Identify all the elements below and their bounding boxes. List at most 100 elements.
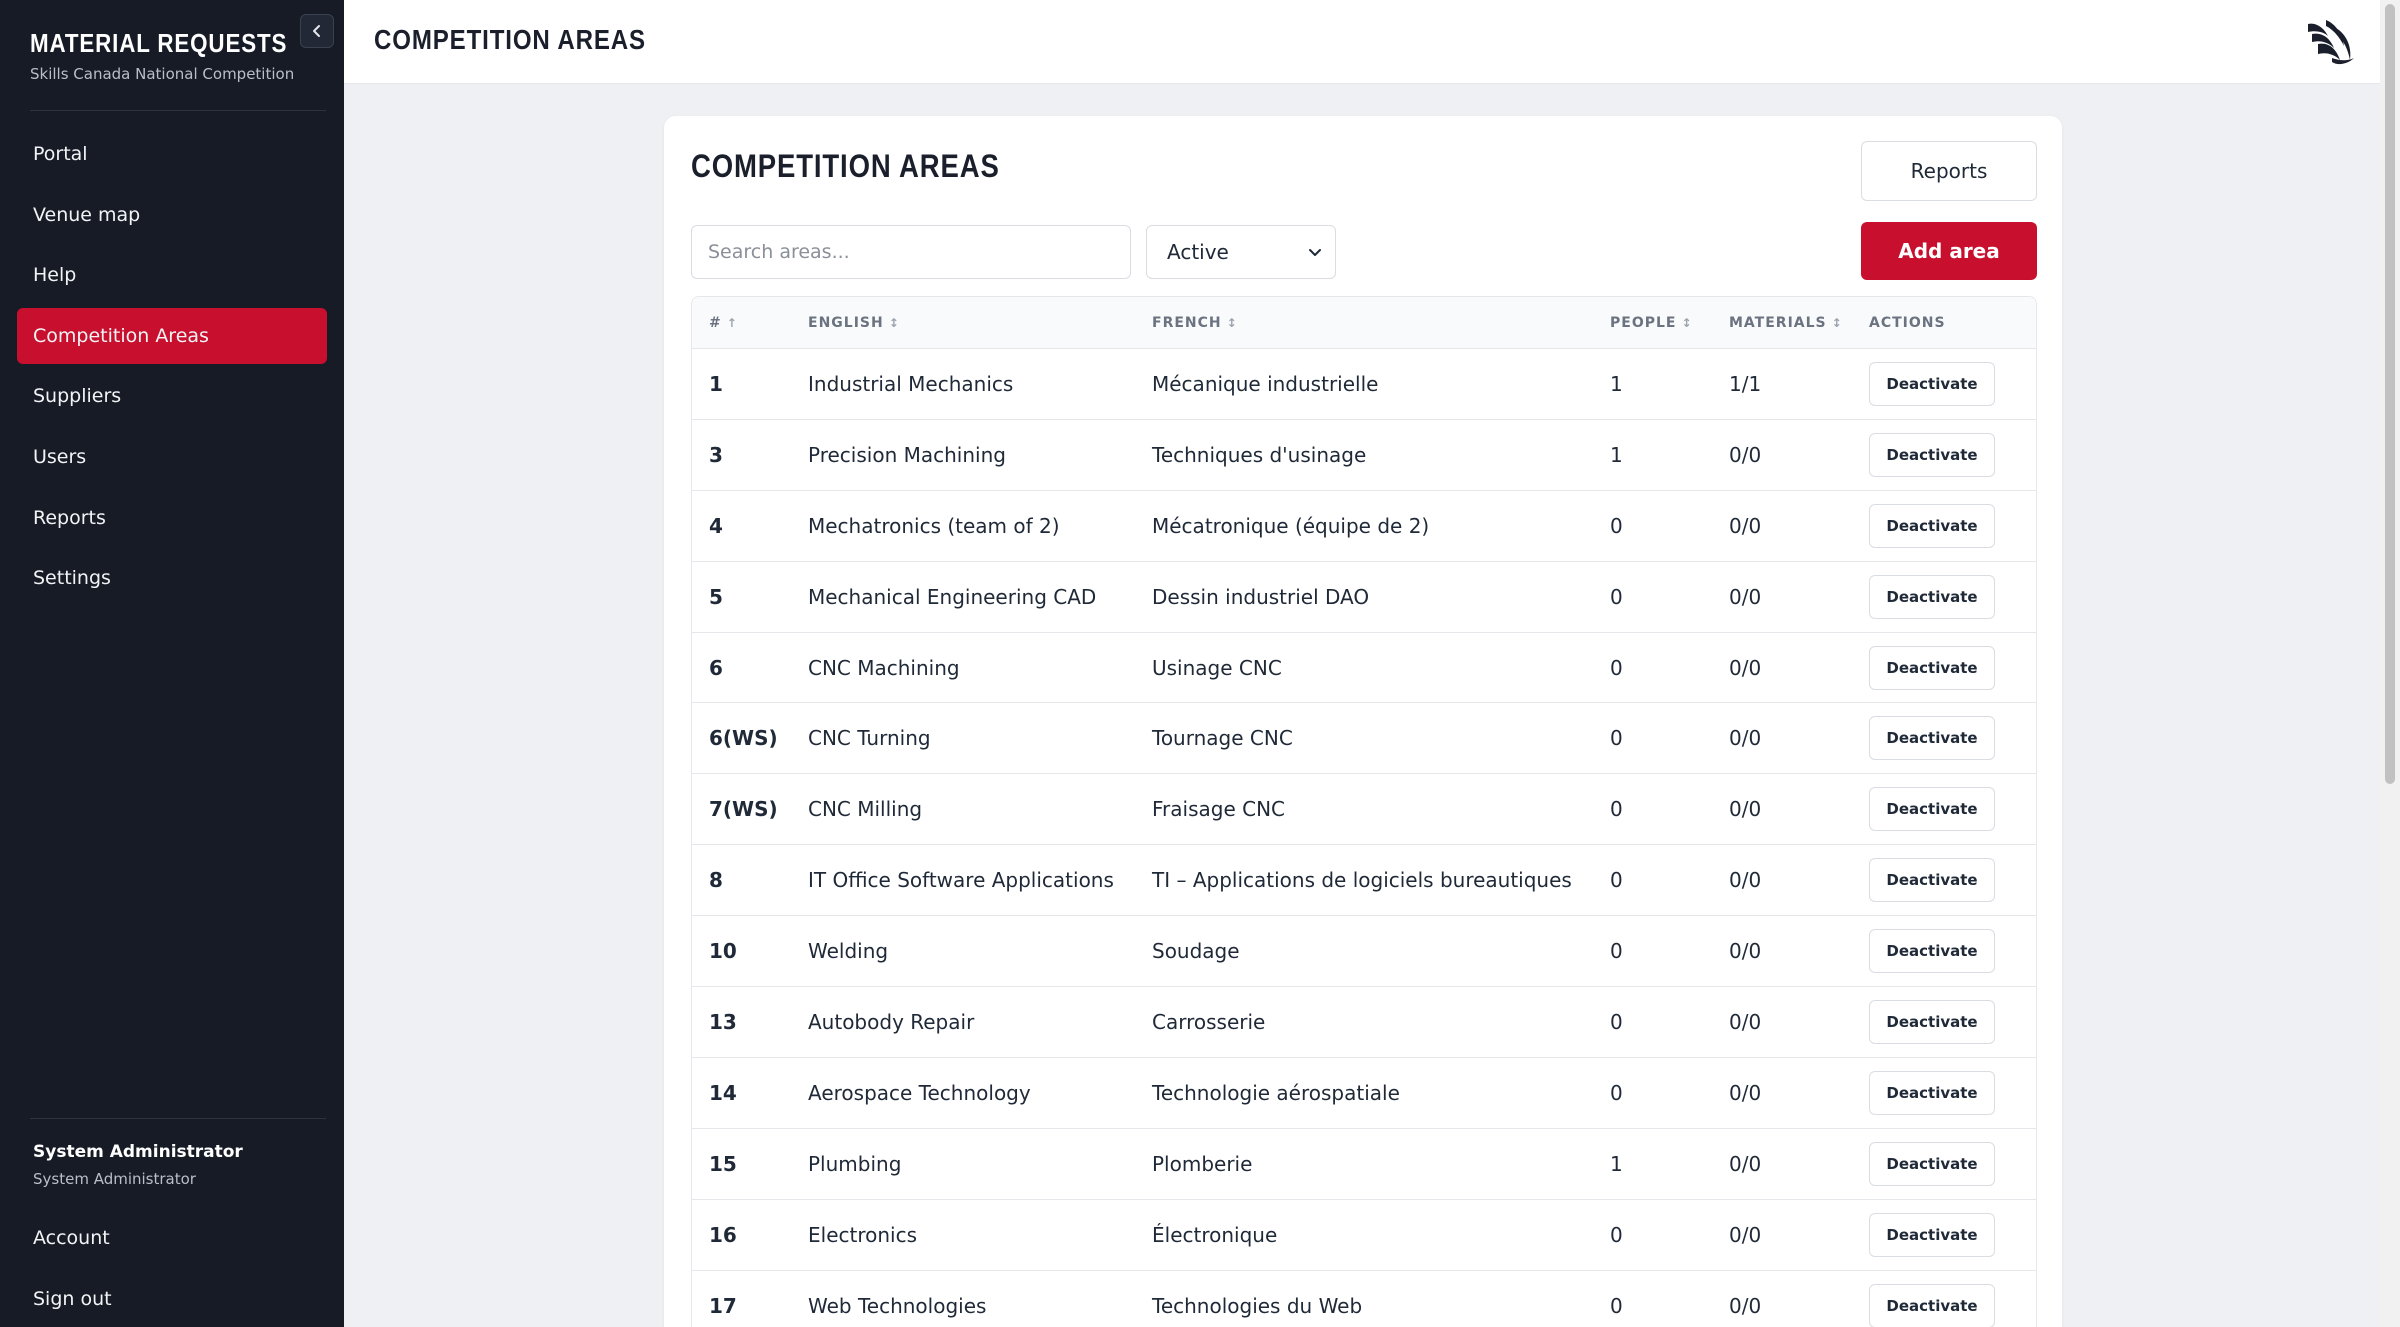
sort-icon: ↕ bbox=[888, 316, 900, 330]
cell-num: 10 bbox=[709, 939, 737, 964]
table-row: 4 Mechatronics (team of 2) Mécatronique (é… bbox=[692, 491, 2036, 562]
sidebar-item-help[interactable]: Help bbox=[17, 247, 327, 303]
sidebar-item-label: Users bbox=[33, 445, 87, 468]
cell-materials: 0/0 bbox=[1729, 584, 1762, 609]
cell-materials: 0/0 bbox=[1729, 939, 1762, 964]
status-select-value: Active bbox=[1167, 240, 1229, 264]
cell-french: Usinage CNC bbox=[1152, 655, 1282, 680]
column-header-label: # bbox=[709, 315, 722, 331]
column-header-materials[interactable]: MATERIALS ↕ bbox=[1729, 297, 1843, 349]
sidebar-item-reports[interactable]: Reports bbox=[17, 490, 327, 546]
user-name: System Administrator bbox=[33, 1142, 243, 1162]
cell-materials: 0/0 bbox=[1729, 726, 1762, 751]
sidebar-item-label: Settings bbox=[33, 567, 111, 590]
cell-materials: 0/0 bbox=[1729, 442, 1762, 467]
brand-title: MATERIAL REQUESTS bbox=[30, 28, 288, 58]
chevron-left-icon bbox=[313, 25, 320, 37]
cell-num: 5 bbox=[709, 584, 723, 609]
sidebar-divider bbox=[30, 1118, 326, 1119]
cell-people: 0 bbox=[1610, 513, 1623, 538]
account-link[interactable]: Account bbox=[33, 1227, 110, 1249]
sidebar-item-competition-areas[interactable]: Competition Areas bbox=[17, 307, 327, 364]
deactivate-button[interactable]: Deactivate bbox=[1869, 1000, 1995, 1045]
status-select[interactable]: Active bbox=[1146, 225, 1336, 279]
deactivate-button[interactable]: Deactivate bbox=[1869, 787, 1995, 832]
column-header-people[interactable]: PEOPLE ↕ bbox=[1610, 297, 1693, 349]
deactivate-button[interactable]: Deactivate bbox=[1869, 432, 1995, 477]
add-area-button[interactable]: Add area bbox=[1861, 222, 2037, 280]
deactivate-button[interactable]: Deactivate bbox=[1869, 1212, 1995, 1257]
deactivate-button[interactable]: Deactivate bbox=[1869, 929, 1995, 974]
deactivate-button[interactable]: Deactivate bbox=[1869, 362, 1995, 406]
cell-english: Web Technologies bbox=[808, 1293, 987, 1318]
sidebar-nav: Portal Venue map Help Competition Areas … bbox=[17, 126, 327, 611]
column-header-actions: ACTIONS bbox=[1869, 297, 1946, 349]
cell-english: IT Office Software Applications bbox=[808, 868, 1114, 893]
cell-french: Soudage bbox=[1152, 939, 1240, 964]
table-row: 5 Mechanical Engineering CAD Dessin indust… bbox=[692, 562, 2036, 633]
deactivate-button[interactable]: Deactivate bbox=[1869, 574, 1995, 619]
cell-people: 0 bbox=[1610, 1293, 1623, 1318]
cell-english: Electronics bbox=[808, 1222, 918, 1247]
cell-people: 0 bbox=[1610, 726, 1623, 751]
sidebar-item-suppliers[interactable]: Suppliers bbox=[17, 368, 327, 424]
cell-people: 0 bbox=[1610, 939, 1623, 964]
deactivate-button[interactable]: Deactivate bbox=[1869, 503, 1995, 548]
sidebar-item-venue-map[interactable]: Venue map bbox=[17, 187, 327, 243]
sidebar-item-portal[interactable]: Portal bbox=[17, 126, 327, 182]
reports-button[interactable]: Reports bbox=[1861, 141, 2037, 201]
collapse-sidebar-button[interactable] bbox=[300, 14, 334, 48]
deactivate-button[interactable]: Deactivate bbox=[1869, 1283, 1995, 1327]
cell-french: Technologie aérospatiale bbox=[1152, 1080, 1400, 1105]
deactivate-button[interactable]: Deactivate bbox=[1869, 716, 1995, 761]
scrollbar-thumb[interactable] bbox=[2385, 4, 2395, 784]
column-header-label: FRENCH bbox=[1152, 315, 1222, 331]
page-scrollbar[interactable] bbox=[2380, 0, 2400, 1327]
cell-people: 1 bbox=[1610, 442, 1623, 467]
cell-english: Mechanical Engineering CAD bbox=[808, 584, 1097, 609]
sidebar-item-label: Help bbox=[33, 264, 77, 287]
cell-num: 6 bbox=[709, 655, 723, 680]
cell-english: Precision Machining bbox=[808, 442, 1006, 467]
cell-materials: 0/0 bbox=[1729, 1080, 1762, 1105]
sidebar-item-label: Venue map bbox=[33, 203, 141, 226]
cell-french: Carrosserie bbox=[1152, 1010, 1266, 1035]
table-row: 1 Industrial Mechanics Mécanique industrie… bbox=[692, 349, 2036, 420]
deactivate-button[interactable]: Deactivate bbox=[1869, 1141, 1995, 1186]
column-header-french[interactable]: FRENCH ↕ bbox=[1152, 297, 1238, 349]
card-title: COMPETITION AREAS bbox=[691, 148, 1000, 184]
sidebar-item-settings[interactable]: Settings bbox=[17, 550, 327, 606]
cell-english: Mechatronics (team of 2) bbox=[808, 513, 1060, 538]
cell-people: 0 bbox=[1610, 1010, 1623, 1035]
sidebar-item-users[interactable]: Users bbox=[17, 429, 327, 485]
chevron-down-icon bbox=[1309, 249, 1321, 256]
cell-french: Mécanique industrielle bbox=[1152, 372, 1379, 396]
cell-num: 4 bbox=[709, 513, 723, 538]
sidebar: MATERIAL REQUESTS Skills Canada National… bbox=[0, 0, 344, 1327]
search-input[interactable] bbox=[691, 225, 1131, 279]
sign-out-link[interactable]: Sign out bbox=[33, 1288, 112, 1310]
sidebar-item-label: Suppliers bbox=[33, 385, 122, 408]
cell-english: Autobody Repair bbox=[808, 1010, 975, 1035]
cell-people: 1 bbox=[1610, 372, 1623, 396]
cell-materials: 1/1 bbox=[1729, 372, 1762, 396]
user-role: System Administrator bbox=[33, 1170, 196, 1188]
cell-num: 14 bbox=[709, 1080, 737, 1105]
sidebar-item-label: Reports bbox=[33, 506, 106, 529]
cell-french: Fraisage CNC bbox=[1152, 797, 1286, 822]
table-row: 13 Autobody Repair Carrosserie 0 0/0 Deactiva… bbox=[692, 987, 2036, 1058]
deactivate-button[interactable]: Deactivate bbox=[1869, 1070, 1995, 1115]
skills-logo-icon bbox=[2308, 20, 2354, 65]
cell-num: 7(WS) bbox=[709, 797, 778, 822]
deactivate-button[interactable]: Deactivate bbox=[1869, 645, 1995, 690]
column-header-label: PEOPLE bbox=[1610, 315, 1677, 331]
column-header-num[interactable]: # ↑ bbox=[709, 297, 738, 349]
cell-people: 0 bbox=[1610, 1080, 1623, 1105]
cell-people: 0 bbox=[1610, 797, 1623, 822]
deactivate-button[interactable]: Deactivate bbox=[1869, 858, 1995, 903]
sidebar-item-label: Competition Areas bbox=[33, 324, 209, 347]
sidebar-item-label: Portal bbox=[33, 143, 88, 165]
column-header-english[interactable]: ENGLISH ↕ bbox=[808, 297, 900, 349]
table-row: 3 Precision Machining Techniques d'usinage… bbox=[692, 420, 2036, 491]
sort-icon: ↕ bbox=[1681, 316, 1693, 330]
